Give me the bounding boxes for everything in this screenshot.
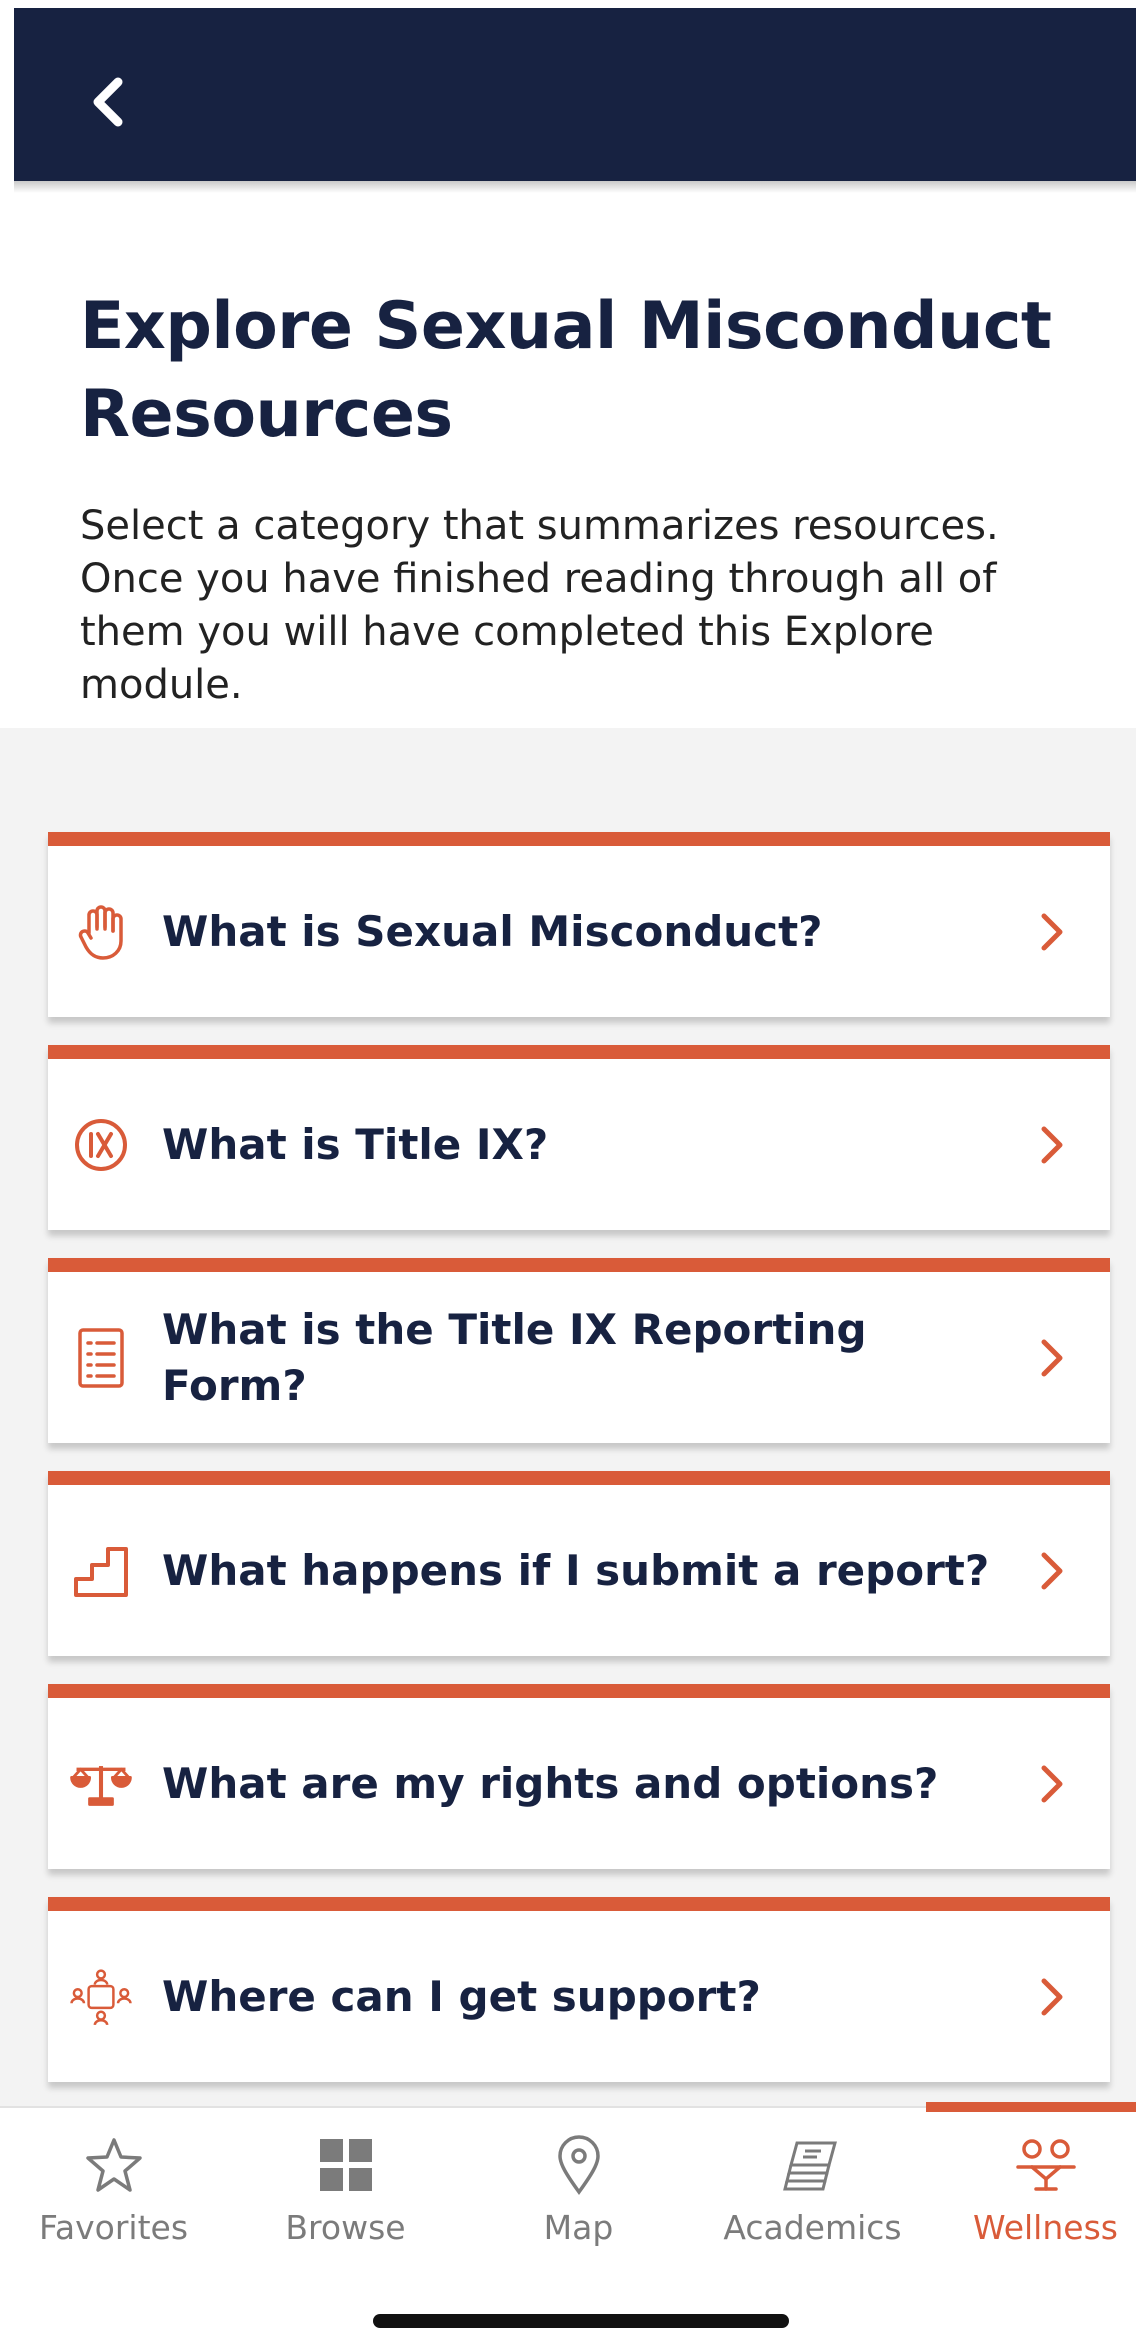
tab-label: Wellness xyxy=(973,2208,1118,2247)
star-icon xyxy=(84,2132,144,2198)
page-title: Explore Sexual Misconduct Resources xyxy=(80,289,1052,452)
category-card-sexual-misconduct[interactable]: What is Sexual Misconduct? xyxy=(48,832,1110,1017)
chevron-right-icon xyxy=(1032,1272,1072,1443)
chevron-right-icon xyxy=(1032,1698,1072,1869)
chevron-right-icon xyxy=(1032,1059,1072,1230)
hand-stop-icon xyxy=(70,846,132,1017)
category-label: What is the Title IX Reporting Form? xyxy=(162,1304,867,1410)
books-icon xyxy=(782,2132,843,2198)
tab-academics[interactable]: Academics xyxy=(699,2108,926,2258)
bottom-tab-bar: Favorites Browse Map Academics Wellness xyxy=(0,2102,1136,2333)
tab-label: Browse xyxy=(285,2208,406,2247)
category-label: What is Sexual Misconduct? xyxy=(162,906,823,956)
category-card-reporting-form[interactable]: What is the Title IX Reporting Form? xyxy=(48,1258,1110,1443)
chevron-right-icon xyxy=(1032,1485,1072,1656)
category-label: What is Title IX? xyxy=(162,1119,549,1169)
title-ix-icon xyxy=(70,1059,132,1230)
tab-label: Map xyxy=(543,2208,614,2247)
map-pin-icon xyxy=(556,2132,602,2198)
nav-shadow xyxy=(14,181,1136,193)
tab-favorites[interactable]: Favorites xyxy=(0,2108,227,2258)
form-list-icon xyxy=(70,1272,132,1443)
category-card-submit-report[interactable]: What happens if I submit a report? xyxy=(48,1471,1110,1656)
scales-icon xyxy=(70,1698,132,1869)
chevron-left-icon xyxy=(93,77,123,127)
tab-label: Academics xyxy=(723,2208,902,2247)
category-list: What is Sexual Misconduct? What is Title… xyxy=(0,728,1136,2106)
page-description: Select a category that summarizes resour… xyxy=(80,503,999,708)
wellness-icon xyxy=(1014,2132,1078,2198)
chevron-right-icon xyxy=(1032,846,1072,1017)
chevron-right-icon xyxy=(1032,1911,1072,2082)
category-label: Where can I get support? xyxy=(162,1971,761,2021)
home-indicator xyxy=(373,2314,789,2328)
category-label: What are my rights and options? xyxy=(162,1758,939,1808)
back-button[interactable] xyxy=(80,70,136,134)
category-card-rights-options[interactable]: What are my rights and options? xyxy=(48,1684,1110,1869)
top-nav-bar xyxy=(14,8,1136,181)
category-card-support[interactable]: Where can I get support? xyxy=(48,1897,1110,2082)
tab-browse[interactable]: Browse xyxy=(232,2108,459,2258)
grid-icon xyxy=(318,2132,374,2198)
steps-icon xyxy=(70,1485,132,1656)
tab-wellness[interactable]: Wellness xyxy=(932,2108,1136,2258)
tab-map[interactable]: Map xyxy=(465,2108,692,2258)
category-label: What happens if I submit a report? xyxy=(162,1545,990,1595)
support-network-icon xyxy=(70,1911,132,2082)
category-card-title-ix[interactable]: What is Title IX? xyxy=(48,1045,1110,1230)
tab-label: Favorites xyxy=(38,2208,189,2247)
